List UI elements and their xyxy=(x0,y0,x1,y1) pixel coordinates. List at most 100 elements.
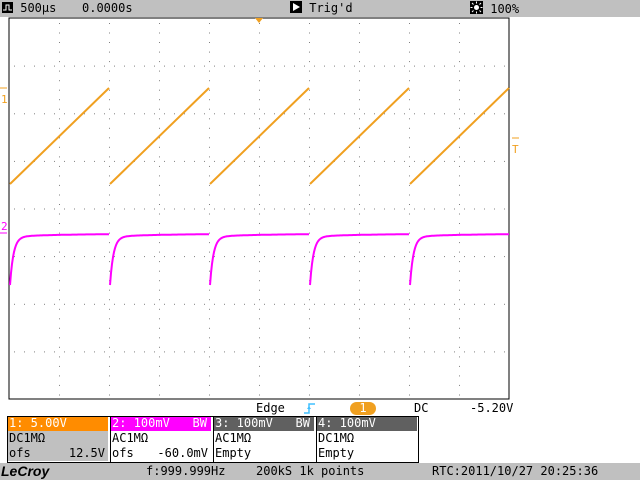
grid-dot xyxy=(59,23,60,24)
grid-dot xyxy=(309,299,310,301)
grid-dot xyxy=(214,160,215,162)
grid-dot xyxy=(59,337,60,339)
rtc-clock: RTC:2011/10/27 20:25:36 xyxy=(432,464,599,478)
grid-dot xyxy=(354,160,355,162)
grid-dot xyxy=(159,356,160,358)
grid-dot xyxy=(59,156,60,158)
grid-dot xyxy=(444,303,445,305)
grid-dot xyxy=(104,303,105,305)
grid-dot xyxy=(274,160,275,162)
grid-dot xyxy=(274,303,275,305)
grid-dot xyxy=(459,165,460,167)
grid-dot xyxy=(244,160,245,162)
grid-dot xyxy=(359,146,360,148)
grid-dot xyxy=(104,160,105,162)
acquisition-info[interactable]: 200kS 1k points xyxy=(256,464,364,479)
grid-dot xyxy=(259,194,260,196)
grid-dot xyxy=(359,346,360,348)
grid-dot xyxy=(409,356,410,358)
waveform-display[interactable]: 1 2 T xyxy=(0,17,640,401)
grid-dot xyxy=(459,146,460,148)
trigger-status[interactable]: Trig'd xyxy=(290,1,353,16)
grid-dot xyxy=(409,118,410,120)
grid-dot xyxy=(409,213,410,215)
grid-dot xyxy=(74,160,75,162)
grid-dot xyxy=(184,160,185,162)
grid-dot xyxy=(409,346,410,348)
grid-dot xyxy=(459,51,460,53)
grid-dot xyxy=(474,351,475,353)
grid-dot xyxy=(334,208,335,210)
grid-dot xyxy=(459,384,460,386)
grid-dot xyxy=(59,223,60,224)
grid-dot xyxy=(309,308,310,310)
trigger-coupling[interactable]: DC xyxy=(414,401,428,416)
grid-dot xyxy=(404,113,405,115)
grid-dot xyxy=(54,303,55,305)
grid-dot xyxy=(64,303,65,305)
grid-dot xyxy=(459,261,460,263)
grid-dot xyxy=(244,303,245,305)
grid-dot xyxy=(59,61,60,63)
timebase-control[interactable]: 500µs xyxy=(2,1,56,16)
grid-dot xyxy=(124,351,125,353)
grid-dot xyxy=(159,308,160,310)
grid-dot xyxy=(209,32,210,34)
trigger-level[interactable]: -5.20V xyxy=(470,401,513,416)
grid-dot xyxy=(394,351,395,353)
grid-dot xyxy=(494,160,495,162)
grid-dot xyxy=(204,160,205,162)
trigger-type[interactable]: Edge xyxy=(256,401,285,416)
grid-dot xyxy=(359,70,360,72)
ch2-offset-marker[interactable]: 2 xyxy=(1,220,8,233)
grid-dot xyxy=(184,303,185,305)
grid-dot xyxy=(494,256,495,258)
grid-dot xyxy=(354,113,355,115)
grid-dot xyxy=(24,351,25,353)
grid-dot xyxy=(159,299,160,301)
grid-dot xyxy=(159,318,160,320)
grid-dot xyxy=(144,256,145,258)
grid-dot xyxy=(294,65,295,67)
ch1-offset-marker[interactable]: 1 xyxy=(1,93,8,106)
grid-dot xyxy=(74,113,75,115)
run-state-icon xyxy=(290,1,302,13)
grid-dot xyxy=(374,65,375,67)
trigger-source-badge[interactable]: 1 xyxy=(350,402,376,415)
grid-dot xyxy=(464,160,465,162)
grid-dot xyxy=(374,208,375,210)
intensity-control[interactable]: 100% xyxy=(470,1,519,16)
grid-dot xyxy=(259,365,260,367)
grid-dot xyxy=(334,113,335,115)
grid-dot xyxy=(114,65,115,67)
grid-dot xyxy=(54,351,55,353)
grid-dot xyxy=(159,327,160,329)
grid-dot xyxy=(59,299,60,301)
grid-dot xyxy=(259,213,260,215)
grid-dot xyxy=(459,204,460,205)
grid-dot xyxy=(209,99,210,101)
grid-dot xyxy=(459,223,460,224)
grid-dot xyxy=(254,303,255,305)
grid-dot xyxy=(459,289,460,291)
grid-dot xyxy=(414,208,415,210)
grid-dot xyxy=(109,204,110,205)
grid-dot xyxy=(254,65,255,67)
delay-control[interactable]: 0.0000s xyxy=(82,1,133,16)
grid-dot xyxy=(344,65,345,67)
grid-dot xyxy=(214,351,215,353)
grid-dot xyxy=(474,65,475,67)
trigger-level-marker[interactable]: T xyxy=(512,143,519,156)
grid-dot xyxy=(124,160,125,162)
grid-dot xyxy=(414,113,415,115)
grid-dot xyxy=(359,251,360,253)
grid-dot xyxy=(309,242,310,244)
grid-dot xyxy=(359,223,360,224)
grid-dot xyxy=(309,165,310,167)
grid-dot xyxy=(144,113,145,115)
trigger-status-label: Trig'd xyxy=(309,1,353,15)
grid-dot xyxy=(309,213,310,215)
grid-dot xyxy=(494,65,495,67)
grid-dot xyxy=(209,223,210,224)
grid-dot xyxy=(409,299,410,301)
